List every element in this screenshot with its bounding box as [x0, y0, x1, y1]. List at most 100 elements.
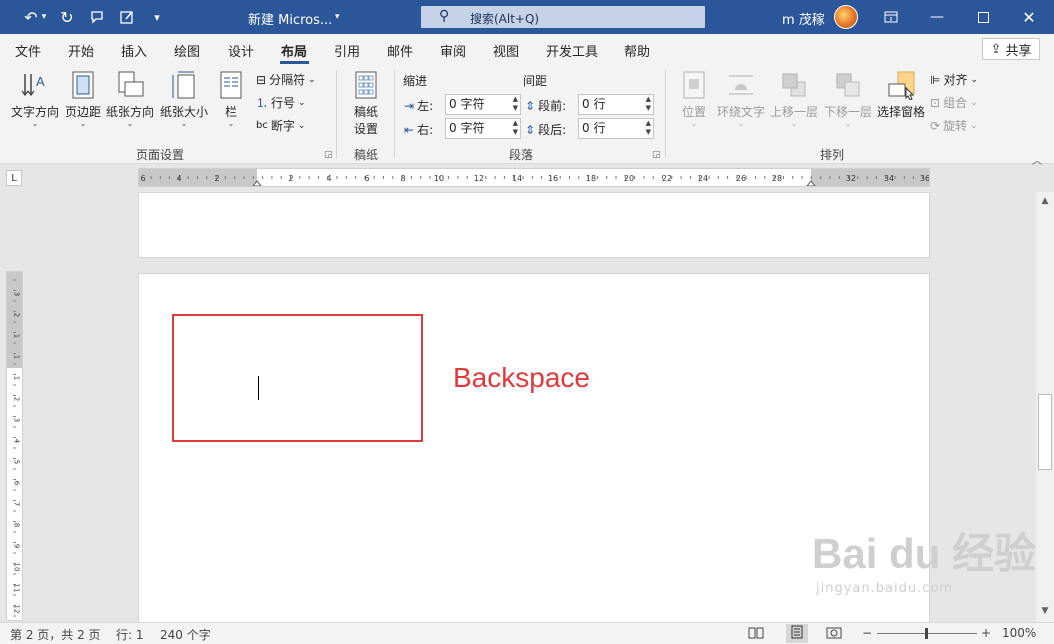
user-name[interactable]: m 茂稼	[782, 9, 825, 28]
scroll-down-icon[interactable]: ▼	[1036, 602, 1054, 620]
align-button[interactable]: ⊫ 对齐 ⌄	[930, 71, 978, 88]
ribbon-display-options-icon[interactable]	[880, 6, 902, 28]
web-layout-icon[interactable]	[826, 626, 842, 643]
send-backward-button[interactable]: 下移一层 ⌄	[822, 70, 874, 128]
ruler-label: 2	[13, 397, 21, 401]
breaks-button[interactable]: ⊟ 分隔符 ⌄	[256, 71, 316, 88]
margins-button[interactable]: 页边距 ⌄	[64, 70, 102, 128]
page-info[interactable]: 第 2 页，共 2 页	[10, 626, 101, 643]
dropdown-arrow-icon: ⌄	[31, 119, 39, 128]
tab-draw[interactable]: 绘图	[174, 41, 200, 60]
paragraph-launcher-icon[interactable]: ◲	[652, 150, 661, 160]
tab-file[interactable]: 文件	[15, 41, 41, 60]
watermark-url: jingyan.baidu.com	[816, 581, 953, 596]
edit-document-icon[interactable]	[116, 6, 138, 28]
zoom-in-button[interactable]: +	[981, 626, 991, 640]
orientation-label: 纸张方向	[105, 105, 154, 119]
size-button[interactable]: 纸张大小 ⌄	[158, 70, 210, 128]
spinner-icon[interactable]: ▲ ▼	[646, 119, 651, 137]
tab-insert[interactable]: 插入	[121, 41, 147, 60]
zoom-level[interactable]: 100%	[1002, 626, 1036, 640]
wrap-text-button[interactable]: 环绕文字 ⌄	[714, 70, 768, 128]
rotate-button[interactable]: ⟳ 旋转 ⌄	[930, 117, 978, 134]
arrange-group-label: 排列	[820, 148, 845, 162]
undo-dropdown-icon[interactable]: ▾	[38, 6, 50, 28]
share-label: 共享	[1005, 43, 1032, 59]
collapse-ribbon-icon[interactable]: ︿	[1032, 152, 1042, 167]
indent-left-input[interactable]: 0 字符 ▲ ▼	[445, 94, 521, 115]
scroll-up-icon[interactable]: ▲	[1036, 192, 1054, 210]
tab-mailings[interactable]: 邮件	[387, 41, 413, 60]
spinner-icon[interactable]: ▲ ▼	[513, 95, 518, 113]
columns-button[interactable]: 栏 ⌄	[216, 70, 246, 128]
bring-forward-button[interactable]: 上移一层 ⌄	[768, 70, 820, 128]
line-numbers-icon: ⒈	[256, 96, 269, 110]
spinner-icon[interactable]: ▲ ▼	[646, 95, 651, 113]
ruler-label: 6	[140, 174, 145, 183]
minimize-icon[interactable]: —	[926, 6, 948, 28]
manuscript-label-line2: 设置	[353, 122, 378, 136]
draw-table-icon[interactable]	[86, 6, 108, 28]
tab-home[interactable]: 开始	[68, 41, 94, 60]
tab-developer[interactable]: 开发工具	[546, 41, 598, 60]
tab-references[interactable]: 引用	[334, 41, 360, 60]
read-mode-icon[interactable]	[748, 626, 764, 643]
indent-right-input[interactable]: 0 字符 ▲ ▼	[445, 118, 521, 139]
spacing-before-input[interactable]: 0 行 ▲ ▼	[578, 94, 654, 115]
group-button[interactable]: ⊡ 组合 ⌄	[930, 94, 978, 111]
line-numbers-button[interactable]: ⒈ 行号 ⌄	[256, 94, 306, 111]
selection-pane-button[interactable]: 选择窗格	[874, 70, 928, 120]
dropdown-arrow-icon: ⌄	[970, 120, 978, 131]
indent-marker[interactable]	[252, 180, 262, 186]
hyphenation-button[interactable]: bc 断字 ⌄	[256, 117, 305, 134]
text-direction-button[interactable]: A 文字方向 ⌄	[8, 70, 62, 128]
manuscript-settings-button[interactable]: 稿纸 设置	[346, 70, 386, 137]
maximize-icon[interactable]	[972, 6, 994, 28]
customize-toolbar-icon[interactable]: ▾	[146, 6, 168, 28]
page-1[interactable]	[138, 192, 930, 258]
paper-size-icon	[172, 71, 195, 99]
search-input[interactable]: ⚲ 搜索(Alt+Q)	[421, 6, 705, 28]
word-count[interactable]: 240 个字	[160, 626, 211, 643]
text-cursor	[258, 376, 259, 400]
line-info[interactable]: 行: 1	[116, 626, 144, 643]
print-layout-icon[interactable]	[786, 624, 808, 643]
zoom-out-button[interactable]: −	[862, 626, 872, 640]
tab-review[interactable]: 审阅	[440, 41, 466, 60]
vertical-scrollbar[interactable]: ▲ ▼	[1036, 192, 1054, 622]
group-separator	[394, 70, 395, 158]
spacing-after-input[interactable]: 0 行 ▲ ▼	[578, 118, 654, 139]
page-setup-group-label: 页面设置	[136, 148, 185, 162]
text-direction-label: 文字方向	[10, 105, 59, 119]
title-dropdown-icon[interactable]: ▾	[335, 12, 340, 22]
spacing-header: 间距	[523, 74, 548, 88]
bring-forward-label: 上移一层	[769, 105, 818, 119]
zoom-slider-thumb[interactable]	[925, 628, 928, 639]
horizontal-ruler[interactable]: 642246810121416182022242628323436	[138, 168, 930, 187]
dropdown-arrow-icon: ⌄	[308, 74, 316, 85]
columns-label: 栏	[224, 105, 237, 119]
position-button[interactable]: 位置 ⌄	[676, 70, 712, 128]
tab-design[interactable]: 设计	[228, 41, 254, 60]
dropdown-arrow-icon: ⌄	[298, 97, 306, 108]
tab-help[interactable]: 帮助	[624, 41, 650, 60]
scroll-thumb[interactable]	[1038, 394, 1052, 470]
breaks-icon: ⊟	[256, 72, 267, 87]
orientation-button[interactable]: 纸张方向 ⌄	[104, 70, 156, 128]
bring-forward-icon	[782, 73, 806, 97]
align-label: 对齐	[943, 73, 968, 87]
spinner-icon[interactable]: ▲ ▼	[513, 119, 518, 137]
share-button[interactable]: ⇪ 共享	[982, 38, 1040, 60]
ruler-label: 28	[772, 174, 782, 183]
ruler-label: 7	[13, 502, 21, 506]
document-title[interactable]: 新建 Micros...	[248, 9, 332, 28]
tab-layout[interactable]: 布局	[281, 41, 307, 60]
tab-selector[interactable]: L	[6, 170, 22, 186]
right-indent-marker[interactable]	[806, 180, 816, 186]
vertical-ruler[interactable]: 3 2 1 1 1 2 3 4 5 6 7 8 9 10 11 12	[6, 271, 23, 621]
avatar[interactable]	[834, 5, 858, 29]
page-setup-launcher-icon[interactable]: ◲	[324, 150, 333, 160]
redo-icon[interactable]: ↻	[56, 6, 78, 28]
close-icon[interactable]: ✕	[1018, 6, 1040, 28]
tab-view[interactable]: 视图	[493, 41, 519, 60]
